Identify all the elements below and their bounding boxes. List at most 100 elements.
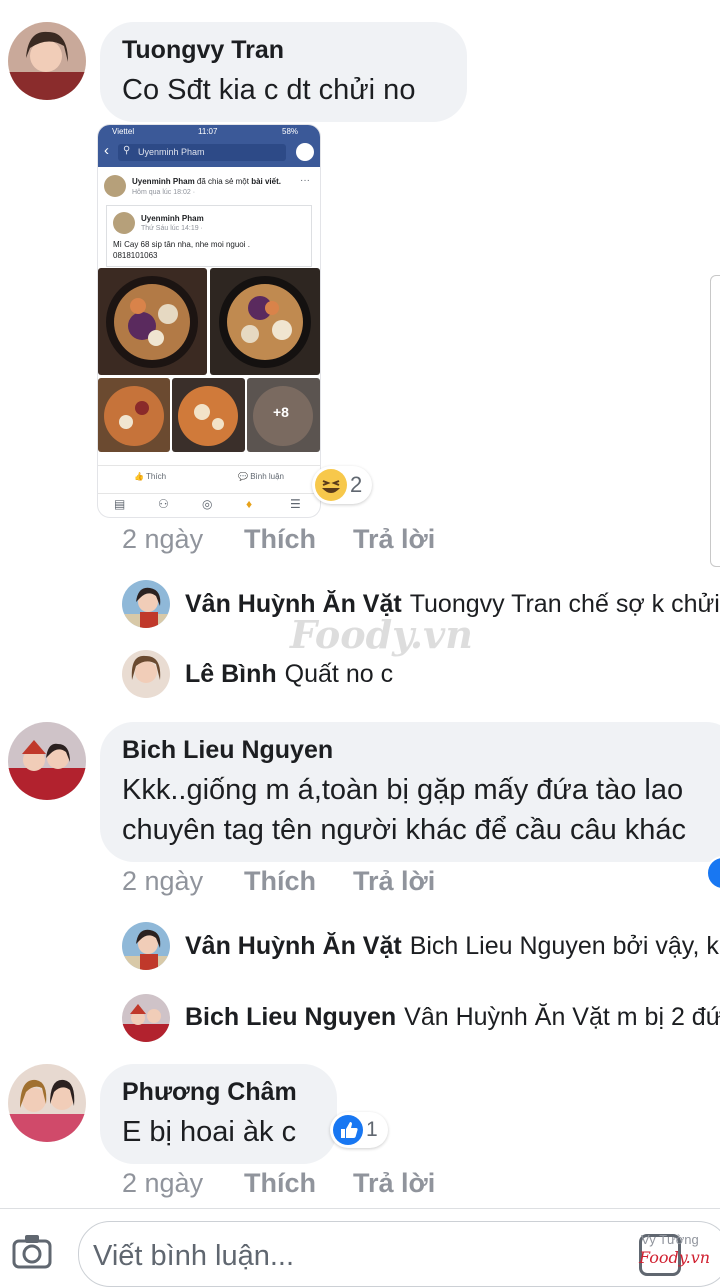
battery: 58% [282, 127, 299, 136]
avatar-photo [122, 650, 170, 698]
comment-bubble[interactable]: Bich Lieu Nguyen Kkk..giống m á,toàn bị … [100, 722, 720, 862]
post-actions: 👍 Thích 💬 Bình luận [98, 465, 320, 490]
comment-bubble[interactable]: Phương Châm E bị hoai àk c [100, 1064, 337, 1164]
avatar-photo [122, 580, 170, 628]
watermark-small: Foody.vn [639, 1248, 711, 1267]
back-icon: ‹ [104, 142, 109, 159]
orig-line2: 0818101063 [113, 251, 158, 260]
avatar-photo [8, 722, 86, 800]
comment-time: 2 ngày [122, 1168, 204, 1198]
comment-time: 2 ngày [122, 866, 204, 896]
more-photos-count: +8 [273, 404, 289, 420]
carrier: Viettel [112, 127, 135, 136]
search-text: Uyenminh Pham [138, 147, 205, 157]
reaction-count: 1 [366, 1118, 378, 1141]
share-header: Uyenminh Pham đã chia sẻ một bài viết. H… [104, 175, 314, 201]
reply-button[interactable]: Trả lời [353, 866, 435, 897]
like-action: 👍 Thích [134, 472, 167, 481]
avatar-photo [8, 22, 86, 100]
like-button[interactable]: Thích [244, 524, 316, 555]
search-icon: ⚲ [123, 145, 131, 156]
comment-input[interactable]: Viết bình luận... Vy Tường Foody.vn [78, 1221, 720, 1287]
friends-icon: ⚇ [158, 497, 169, 511]
comment-text: E bị hoai àk c [122, 1116, 297, 1148]
reply-avatar[interactable] [122, 580, 170, 628]
orig-author: Uyenminh Pham [141, 214, 204, 223]
reaction-count: 2 [350, 472, 363, 497]
shared-link: bài viết. [251, 177, 281, 186]
avatar[interactable] [8, 722, 86, 800]
clock: 11:07 [198, 127, 218, 136]
comment-input-placeholder: Viết bình luận... [93, 1240, 295, 1272]
reply-author[interactable]: Vân Huỳnh Ăn Vặt [185, 932, 402, 960]
food-photo-more: +8 [247, 378, 320, 452]
like-reaction-icon [333, 1115, 363, 1145]
food-photo [98, 268, 207, 375]
comment-text-line2: chuyên tag tên người khác để cầu câu khá… [122, 814, 687, 846]
comment-text: Co Sđt kia c dt chửi no [122, 74, 416, 106]
reply-button[interactable]: Trả lời [353, 1168, 435, 1199]
reply-line: Bich Lieu Nguyen Vân Huỳnh Ăn Vặt m bị 2 … [185, 1003, 720, 1032]
phone-status-bar: Viettel 11:07 58% [98, 125, 320, 139]
like-button[interactable]: Thích [244, 1168, 316, 1199]
user-hint: Vy Tường [641, 1232, 699, 1247]
comment-meta: 2 ngày Thích Trả lời [122, 524, 522, 558]
camera-icon[interactable] [12, 1233, 52, 1269]
avatar-photo [8, 1064, 86, 1142]
more-icon: ··· [300, 175, 310, 186]
avatar[interactable] [8, 1064, 86, 1142]
like-label: Thích [146, 472, 167, 481]
reply-button[interactable]: Trả lời [353, 524, 435, 555]
comment-text-line1: Kkk..giống m á,toàn bị gặp mấy đứa tào l… [122, 774, 684, 806]
reply-text: Vân Huỳnh Ăn Vặt m bị 2 đứ [404, 1003, 720, 1031]
orig-time: Thứ Sáu lúc 14:19 · [141, 225, 203, 232]
attached-screenshot[interactable]: Viettel 11:07 58% ‹ ⚲ Uyenminh Pham Uyen… [98, 125, 320, 517]
sharer-avatar [104, 175, 126, 197]
food-photo [172, 378, 245, 452]
fb-tab-bar: ▤ ⚇ ◎ ♦ ☰ [98, 493, 320, 517]
avatar-photo [122, 922, 170, 970]
share-line: Uyenminh Pham đã chia sẻ một bài viết. [132, 177, 281, 186]
comment-action: 💬 Bình luận [238, 472, 284, 481]
food-photo [210, 268, 320, 375]
comment-bubble[interactable]: Tuongvy Tran Co Sđt kia c dt chửi no [100, 22, 467, 122]
sharer-name: Uyenminh Pham [132, 177, 195, 186]
reply-avatar[interactable] [122, 922, 170, 970]
orig-line1: Mì Cay 68 sip tân nha, nhe moi nguoi . [113, 240, 250, 249]
reply-author[interactable]: Bich Lieu Nguyen [185, 1003, 396, 1031]
comment-composer: Viết bình luận... Vy Tường Foody.vn [0, 1208, 720, 1287]
orig-avatar [113, 212, 135, 234]
food-photo [98, 378, 170, 452]
comment-author[interactable]: Tuongvy Tran [122, 36, 284, 65]
reply-text: Bich Lieu Nguyen bởi vậy, k [409, 932, 719, 960]
comment-label: Bình luận [250, 472, 284, 481]
reply-author[interactable]: Lê Bình [185, 660, 277, 688]
menu-icon: ☰ [290, 497, 301, 511]
reaction-summary[interactable]: 2 [312, 466, 372, 504]
messenger-icon [296, 143, 314, 161]
watermark: Foody.vn [290, 612, 473, 657]
search-box: ⚲ Uyenminh Pham [118, 144, 286, 161]
avatar[interactable] [8, 22, 86, 100]
reply-text: Quất no c [284, 660, 394, 688]
comment-author[interactable]: Bich Lieu Nguyen [122, 736, 333, 765]
comment-time: 2 ngày [122, 524, 204, 554]
scrollbar[interactable] [710, 275, 720, 567]
share-time: Hôm qua lúc 18:02 · [132, 189, 196, 196]
original-post: Uyenminh Pham Thứ Sáu lúc 14:19 · Mì Cay… [106, 205, 312, 267]
reply-line: Vân Huỳnh Ăn Vặt Bich Lieu Nguyen bởi vậy… [185, 932, 720, 961]
comment-meta: 2 ngày Thích Trả lời [122, 866, 522, 900]
newsfeed-icon: ▤ [114, 497, 126, 511]
reply-line: Lê Bình Quất no c [185, 660, 393, 689]
profile-icon: ◎ [202, 497, 213, 511]
like-button[interactable]: Thích [244, 866, 316, 897]
avatar-photo [122, 994, 170, 1042]
comment-author[interactable]: Phương Châm [122, 1078, 297, 1107]
shared-text: đã chia sẻ một [196, 177, 249, 186]
reaction-summary[interactable]: 1 [330, 1112, 388, 1148]
laugh-reaction-icon [315, 469, 347, 501]
reply-avatar[interactable] [122, 994, 170, 1042]
notification-icon: ♦ [246, 497, 253, 511]
reply-avatar[interactable] [122, 650, 170, 698]
comment-meta: 2 ngày Thích Trả lời [122, 1168, 522, 1202]
